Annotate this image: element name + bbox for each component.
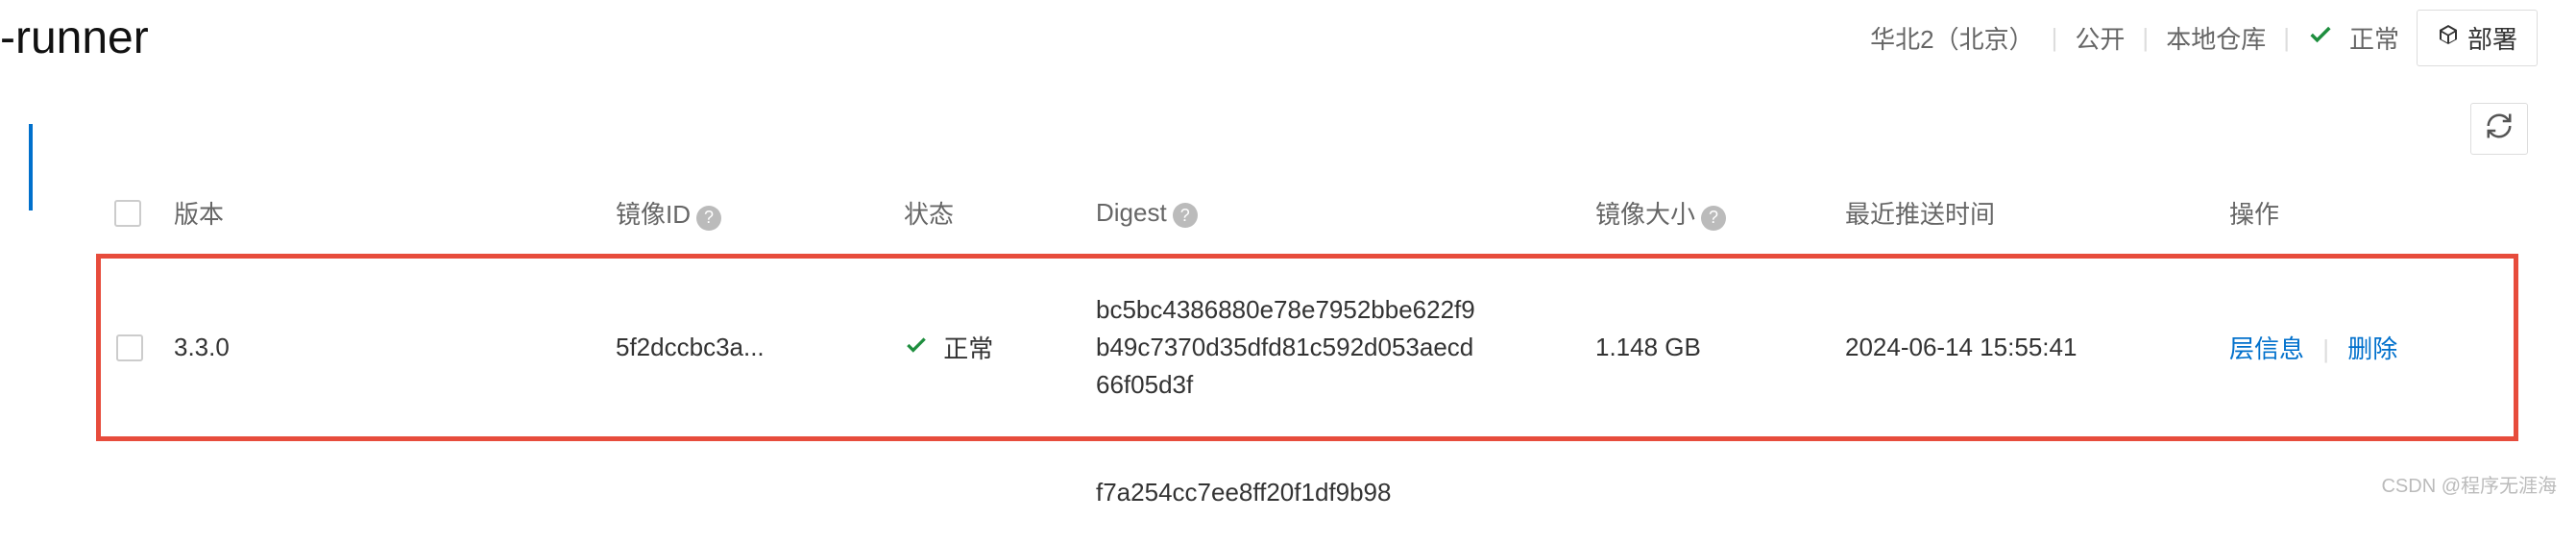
col-digest: Digest? bbox=[1081, 172, 1580, 257]
cell-actions: 层信息 | 删除 bbox=[2214, 257, 2516, 439]
refresh-icon bbox=[2485, 111, 2514, 147]
watermark: CSDN @程序无涯海 bbox=[2381, 470, 2557, 498]
cell-size: 1.148 GB bbox=[1580, 257, 1830, 439]
cell-version: 3.3.0 bbox=[158, 257, 600, 439]
divider: | bbox=[2322, 334, 2329, 363]
col-version: 版本 bbox=[158, 172, 600, 257]
cell-digest: f7a254cc7ee8ff20f1df9b98 bbox=[1081, 439, 1580, 544]
deploy-button[interactable]: 部署 bbox=[2417, 10, 2538, 66]
table-row: 3.3.0 5f2dccbc3a... 正常 bc5bc4386880e78e7… bbox=[99, 257, 2516, 439]
nav-indicator bbox=[29, 124, 33, 210]
check-icon bbox=[904, 334, 936, 363]
col-push-time: 最近推送时间 bbox=[1830, 172, 2214, 257]
divider: | bbox=[2142, 23, 2149, 53]
divider: | bbox=[2052, 23, 2058, 53]
col-image-id: 镜像ID? bbox=[600, 172, 888, 257]
col-size: 镜像大小? bbox=[1580, 172, 1830, 257]
image-table: 版本 镜像ID? 状态 Digest? 镜像大小? 最近推送时间 操作 bbox=[96, 172, 2518, 544]
cell-status: 正常 bbox=[888, 257, 1081, 439]
col-status: 状态 bbox=[888, 172, 1081, 257]
cube-icon bbox=[2437, 23, 2460, 53]
repo-type-label: 本地仓库 bbox=[2166, 20, 2266, 56]
select-all-checkbox[interactable] bbox=[114, 200, 141, 227]
layer-info-link[interactable]: 层信息 bbox=[2229, 334, 2304, 363]
delete-link[interactable]: 删除 bbox=[2347, 334, 2397, 363]
divider: | bbox=[2283, 23, 2290, 53]
page-title: -runner bbox=[0, 12, 149, 64]
col-actions: 操作 bbox=[2214, 172, 2516, 257]
region-label: 华北2（北京） bbox=[1870, 20, 2033, 56]
table-row: f7a254cc7ee8ff20f1df9b98 bbox=[99, 439, 2516, 544]
cell-image-id: 5f2dccbc3a... bbox=[600, 257, 888, 439]
cell-push-time: 2024-06-14 15:55:41 bbox=[1830, 257, 2214, 439]
refresh-button[interactable] bbox=[2470, 103, 2528, 155]
help-icon[interactable]: ? bbox=[696, 206, 721, 231]
visibility-label: 公开 bbox=[2075, 20, 2125, 56]
header-meta: 华北2（北京） | 公开 | 本地仓库 | 正常 部署 bbox=[1870, 10, 2538, 66]
check-icon bbox=[2307, 21, 2334, 55]
row-checkbox[interactable] bbox=[116, 334, 143, 361]
status-badge: 正常 bbox=[2307, 20, 2399, 56]
help-icon[interactable]: ? bbox=[1701, 206, 1726, 231]
cell-digest: bc5bc4386880e78e7952bbe622f9b49c7370d35d… bbox=[1081, 257, 1580, 439]
help-icon[interactable]: ? bbox=[1173, 203, 1198, 228]
